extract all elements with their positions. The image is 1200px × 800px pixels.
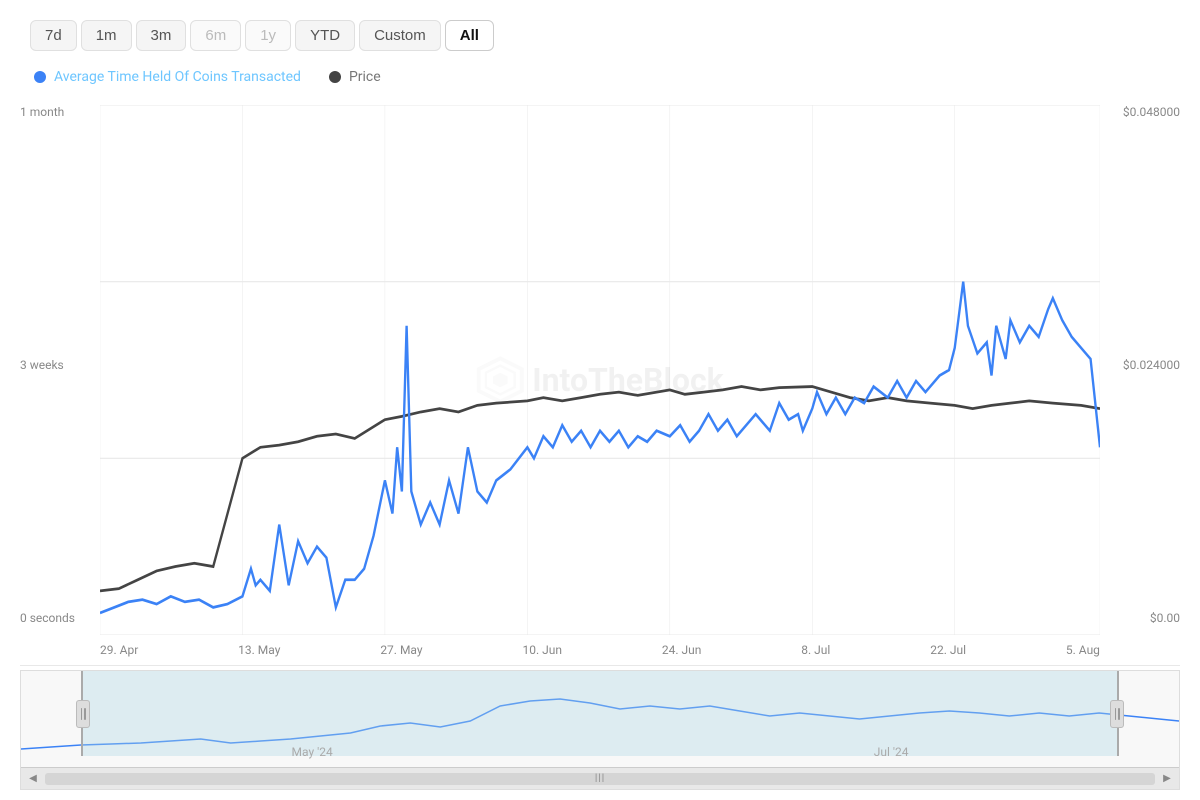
time-btn-7d[interactable]: 7d bbox=[30, 20, 77, 51]
scroll-thumb[interactable]: ||| bbox=[45, 773, 1155, 785]
time-btn-3m[interactable]: 3m bbox=[136, 20, 187, 51]
time-btn-all[interactable]: All bbox=[445, 20, 494, 51]
series2-dot bbox=[329, 71, 341, 83]
main-chart-svg bbox=[100, 105, 1100, 635]
x-label-5: 8. Jul bbox=[801, 643, 830, 657]
scroll-right-arrow[interactable]: ▶ bbox=[1159, 771, 1175, 787]
x-label-1: 13. May bbox=[238, 643, 280, 657]
series2-label: Price bbox=[349, 69, 381, 85]
nav-label-1: May '24 bbox=[292, 745, 333, 759]
series1-dot bbox=[34, 71, 46, 83]
x-label-4: 24. Jun bbox=[662, 643, 702, 657]
time-range-selector: 7d1m3m6m1yYTDCustomAll bbox=[20, 20, 1180, 51]
x-label-3: 10. Jun bbox=[522, 643, 562, 657]
main-container: 7d1m3m6m1yYTDCustomAll Average Time Held… bbox=[0, 0, 1200, 800]
x-label-6: 22. Jul bbox=[930, 643, 966, 657]
x-label-2: 27. May bbox=[380, 643, 422, 657]
series1-label: Average Time Held Of Coins Transacted bbox=[54, 69, 301, 85]
x-axis: 29. Apr 13. May 27. May 10. Jun 24. Jun 8. Ju… bbox=[100, 635, 1100, 665]
navigator[interactable]: May '24 Jul '24 ◀ ||| ▶ bbox=[20, 670, 1180, 790]
y-right-bottom: $0.00 bbox=[1100, 611, 1180, 625]
scroll-left-arrow[interactable]: ◀ bbox=[25, 771, 41, 787]
navigator-left-handle[interactable] bbox=[76, 700, 90, 728]
y-label-bottom: 0 seconds bbox=[20, 611, 100, 625]
chart-wrapper: IntoTheBlock bbox=[20, 95, 1180, 790]
time-btn-6m: 6m bbox=[190, 20, 241, 51]
y-right-top: $0.048000 bbox=[1100, 105, 1180, 119]
nav-label-2: Jul '24 bbox=[874, 745, 909, 759]
time-btn-1m[interactable]: 1m bbox=[81, 20, 132, 51]
navigator-date-labels: May '24 Jul '24 bbox=[21, 743, 1179, 761]
navigator-right-handle[interactable] bbox=[1110, 700, 1124, 728]
time-btn-ytd[interactable]: YTD bbox=[295, 20, 355, 51]
legend: Average Time Held Of Coins Transacted Pr… bbox=[20, 69, 1180, 85]
time-btn-custom[interactable]: Custom bbox=[359, 20, 441, 51]
y-label-top: 1 month bbox=[20, 105, 100, 119]
scrollbar-track[interactable]: ◀ ||| ▶ bbox=[21, 767, 1179, 789]
y-axis-right: $0.048000 $0.024000 $0.00 bbox=[1100, 95, 1180, 635]
y-axis-left: 1 month 3 weeks 0 seconds bbox=[20, 95, 100, 635]
time-btn-1y: 1y bbox=[245, 20, 291, 51]
y-label-mid: 3 weeks bbox=[20, 358, 100, 372]
x-label-7: 5. Aug bbox=[1066, 643, 1100, 657]
scroll-handle-icon: ||| bbox=[595, 773, 605, 784]
main-chart: IntoTheBlock bbox=[20, 95, 1180, 666]
legend-series1: Average Time Held Of Coins Transacted bbox=[34, 69, 301, 85]
y-right-mid: $0.024000 bbox=[1100, 358, 1180, 372]
x-label-0: 29. Apr bbox=[100, 643, 138, 657]
legend-series2: Price bbox=[329, 69, 381, 85]
